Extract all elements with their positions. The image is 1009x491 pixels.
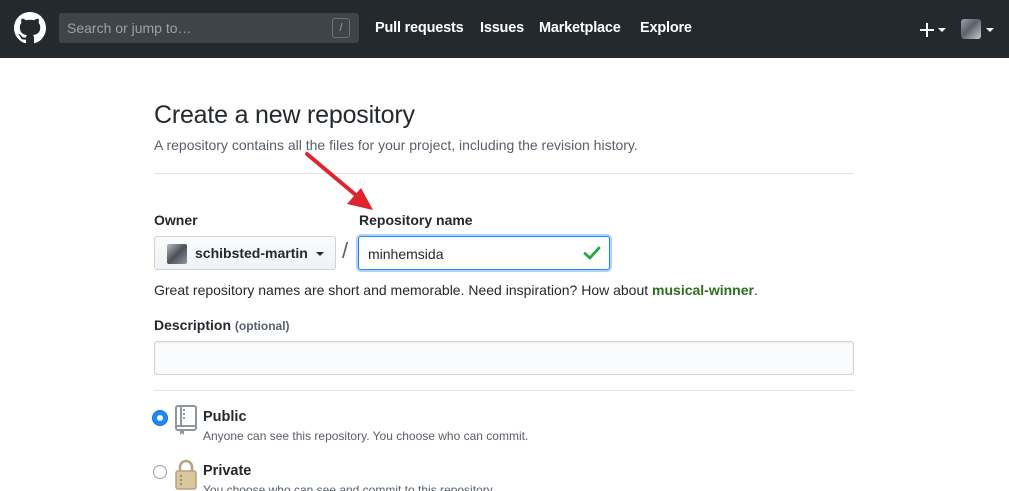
owner-avatar: [167, 244, 187, 264]
owner-repo-separator: /: [342, 238, 349, 263]
red-arrow-annotation: [305, 152, 373, 210]
search-box[interactable]: [59, 13, 359, 43]
name-suggestion-link[interactable]: musical-winner: [652, 282, 754, 298]
nav-explore[interactable]: Explore: [640, 20, 692, 36]
public-option-title[interactable]: Public: [203, 409, 247, 425]
repo-name-input[interactable]: [368, 245, 568, 263]
page-subtitle: A repository contains all the files for …: [154, 137, 638, 153]
divider: [154, 390, 854, 391]
owner-select-button[interactable]: schibsted-martin: [154, 236, 336, 270]
search-input[interactable]: [67, 20, 327, 36]
description-input[interactable]: [154, 341, 854, 375]
public-option-desc: Anyone can see this repository. You choo…: [203, 429, 529, 443]
chevron-down-icon: [316, 252, 324, 256]
nav-pull-requests[interactable]: Pull requests: [375, 20, 464, 36]
lock-icon: [175, 459, 197, 490]
check-icon: [583, 246, 601, 260]
owner-name: schibsted-martin: [195, 245, 308, 261]
user-menu[interactable]: [961, 18, 997, 40]
hint-end: .: [753, 282, 758, 298]
chevron-down-icon: [986, 28, 994, 32]
create-new-menu[interactable]: [918, 18, 948, 40]
nav-issues[interactable]: Issues: [480, 20, 524, 36]
private-option-title[interactable]: Private: [203, 463, 251, 479]
top-navbar: / Pull requests Issues Marketplace Explo…: [0, 0, 1009, 58]
description-optional-note: (optional): [234, 319, 290, 333]
page-title: Create a new repository: [154, 101, 415, 129]
chevron-down-icon: [938, 28, 946, 32]
github-octocat-icon[interactable]: [14, 12, 46, 44]
repo-name-hint: Great repository names are short and mem…: [154, 282, 758, 298]
description-label: Description (optional): [154, 317, 290, 333]
private-option-desc: You choose who can see and commit to thi…: [203, 483, 496, 491]
private-radio[interactable]: [153, 465, 167, 479]
owner-label: Owner: [154, 212, 198, 228]
avatar: [961, 19, 981, 39]
hint-text: Great repository names are short and mem…: [154, 282, 649, 298]
divider: [154, 173, 854, 174]
plus-icon: [920, 23, 934, 37]
public-radio[interactable]: [153, 411, 167, 425]
repo-book-icon: [175, 405, 197, 435]
search-shortcut-key: /: [332, 18, 350, 38]
nav-marketplace[interactable]: Marketplace: [539, 20, 621, 36]
description-label-text: Description: [154, 317, 232, 333]
repo-name-field[interactable]: [358, 236, 610, 270]
